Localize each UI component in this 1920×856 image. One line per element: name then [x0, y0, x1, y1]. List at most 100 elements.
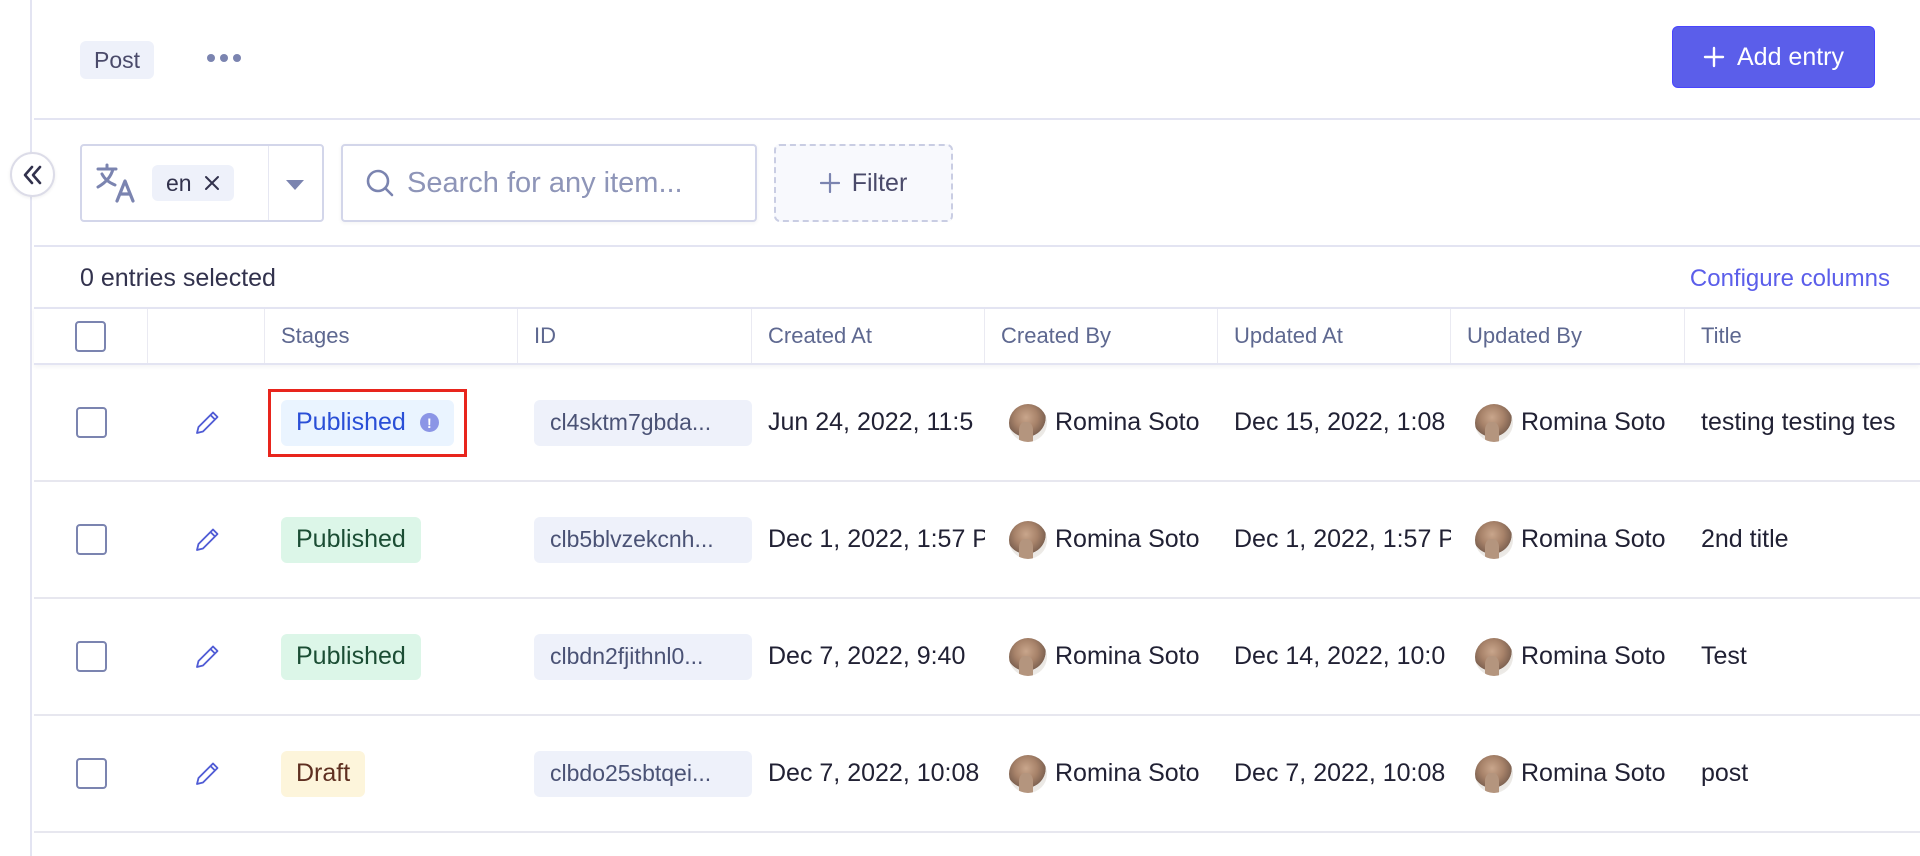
left-sidebar-rail [0, 0, 32, 856]
stage-badge: Published [281, 516, 421, 563]
stage-badge: Draft [281, 750, 366, 797]
add-entry-button[interactable]: Add entry [1672, 26, 1875, 88]
add-entry-label: Add entry [1736, 42, 1844, 71]
stage-badge: Published [281, 633, 421, 680]
locale-select-divider [268, 146, 269, 220]
avatar [1009, 403, 1047, 442]
edit-entry-button[interactable] [193, 760, 221, 788]
created-by-cell: Romina Soto [985, 482, 1218, 597]
row-actions-cell [148, 365, 265, 480]
plus-icon [1703, 46, 1725, 68]
title-cell: testing testing tes [1701, 408, 1896, 436]
id-cell: cl4sktm7gbda... [518, 365, 752, 480]
collapse-sidebar-button[interactable] [10, 152, 55, 197]
header-actions-cell [148, 309, 265, 363]
column-header-created-by[interactable]: Created By [985, 309, 1218, 363]
row-select-cell [34, 482, 148, 597]
title-cell: 2nd title [1701, 525, 1789, 553]
search-input[interactable] [407, 166, 747, 200]
stage-label: Published [296, 408, 406, 436]
info-icon[interactable]: ! [419, 413, 439, 432]
avatar [1009, 520, 1047, 559]
selected-entries-count: 0 entries selected [80, 264, 276, 292]
column-header-updated-at[interactable]: Updated At [1218, 309, 1451, 363]
user-name: Romina Soto [1055, 642, 1200, 670]
row-select-cell [34, 599, 148, 714]
created-by-cell: Romina Soto [985, 365, 1218, 480]
stage-cell: Published [265, 599, 518, 714]
row-checkbox[interactable] [75, 758, 107, 789]
caret-down-icon[interactable] [286, 180, 304, 190]
table-header: Stages ID Created At Created By Updated … [34, 307, 1920, 365]
column-header-stages[interactable]: Stages [265, 309, 518, 363]
configure-columns-link[interactable]: Configure columns [1690, 265, 1890, 293]
pencil-icon [195, 411, 218, 434]
chevrons-left-icon [23, 165, 41, 184]
table-row[interactable]: Published clbdn2fjithnl0... Dec 7, 2022,… [34, 599, 1920, 716]
updated-by-cell: Romina Soto [1451, 716, 1685, 831]
filter-toolbar: en Filter [34, 120, 1920, 247]
content-type-badge: Post [80, 41, 155, 79]
title-cell: post [1701, 759, 1749, 787]
user-name: Romina Soto [1055, 408, 1200, 436]
user-name: Romina Soto [1521, 408, 1666, 436]
user-name: Romina Soto [1521, 759, 1666, 787]
id-badge: clb5blvzekcnh... [534, 516, 752, 563]
avatar [1475, 403, 1513, 442]
stage-badge[interactable]: Published ! [281, 399, 454, 446]
avatar [1009, 754, 1047, 793]
column-header-title[interactable]: Title [1685, 309, 1920, 363]
translate-icon [96, 163, 135, 203]
table-row[interactable]: Published clb5blvzekcnh... Dec 1, 2022, … [34, 482, 1920, 599]
header-select-all-cell [34, 309, 148, 363]
updated-at-cell: Dec 7, 2022, 10:08 [1234, 759, 1446, 787]
user-name: Romina Soto [1521, 642, 1666, 670]
edit-entry-button[interactable] [193, 643, 221, 671]
stage-cell: Published ! [265, 365, 518, 480]
column-header-created-at[interactable]: Created At [752, 309, 985, 363]
row-actions-cell [148, 599, 265, 714]
created-at-cell: Jun 24, 2022, 11:5 [768, 408, 974, 436]
filter-button[interactable]: Filter [774, 144, 953, 222]
stage-cell: Draft [265, 716, 518, 831]
column-header-id[interactable]: ID [518, 309, 752, 363]
row-actions-cell [148, 716, 265, 831]
edit-entry-button[interactable] [193, 526, 221, 554]
search-icon [366, 169, 394, 197]
stage-label: Published [296, 642, 406, 670]
row-checkbox[interactable] [75, 407, 107, 438]
pencil-icon [195, 762, 218, 785]
entries-table: Stages ID Created At Created By Updated … [34, 307, 1920, 833]
more-actions-button[interactable] [200, 40, 248, 76]
id-cell: clbdo25sbtqei... [518, 716, 752, 831]
row-checkbox[interactable] [75, 524, 107, 555]
updated-at-cell: Dec 15, 2022, 1:08 [1234, 408, 1446, 436]
created-by-cell: Romina Soto [985, 599, 1218, 714]
stage-label: Draft [296, 759, 351, 787]
updated-by-cell: Romina Soto [1451, 599, 1685, 714]
stage-cell: Published [265, 482, 518, 597]
updated-by-cell: Romina Soto [1451, 365, 1685, 480]
edit-entry-button[interactable] [193, 409, 221, 437]
avatar [1009, 637, 1047, 676]
updated-at-cell: Dec 14, 2022, 10:0 [1234, 642, 1446, 670]
select-all-checkbox[interactable] [75, 320, 106, 352]
column-header-updated-by[interactable]: Updated By [1451, 309, 1685, 363]
search-field[interactable] [341, 144, 757, 222]
more-horizontal-icon-dot [233, 54, 241, 62]
filter-label: Filter [851, 168, 908, 197]
created-at-cell: Dec 7, 2022, 10:08 [768, 759, 980, 787]
locale-select[interactable]: en [80, 144, 324, 222]
avatar [1475, 520, 1513, 559]
table-row[interactable]: Published ! cl4sktm7gbda... Jun 24, 2022… [34, 365, 1920, 482]
row-checkbox[interactable] [75, 641, 107, 672]
title-cell: Test [1701, 642, 1747, 670]
table-row[interactable]: Draft clbdo25sbtqei... Dec 7, 2022, 10:0… [34, 716, 1920, 833]
user-name: Romina Soto [1055, 759, 1200, 787]
updated-by-cell: Romina Soto [1451, 482, 1685, 597]
updated-at-cell: Dec 1, 2022, 1:57 P [1234, 525, 1451, 553]
avatar [1475, 637, 1513, 676]
close-icon[interactable] [204, 175, 220, 191]
stage-label: Published [296, 525, 406, 553]
more-horizontal-icon-dot [220, 54, 228, 62]
